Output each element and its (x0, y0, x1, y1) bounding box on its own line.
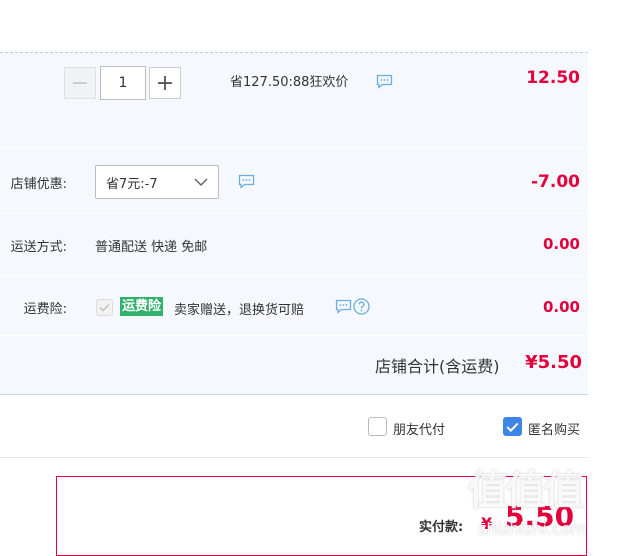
shop-discount-amount: -7.00 (531, 172, 580, 192)
shop-total-label: 店铺合计(含运费) (375, 357, 500, 376)
chat-icon[interactable] (376, 74, 393, 93)
shipping-label: 运送方式: (10, 240, 67, 255)
chevron-down-icon (194, 176, 208, 191)
shipping-amount: 0.00 (542, 235, 580, 253)
row-divider (0, 213, 588, 214)
chat-icon[interactable] (238, 174, 255, 193)
insurance-label: 运费险: (23, 302, 67, 317)
insurance-amount: 0.00 (542, 298, 580, 316)
insurance-checkbox (96, 299, 113, 316)
quantity-increase-button[interactable]: + (149, 67, 181, 99)
item-promo-text: 省127.50:88狂欢价 (230, 75, 349, 90)
plus-icon: + (155, 70, 175, 96)
shop-discount-label: 店铺优惠: (10, 177, 67, 192)
minus-icon: − (70, 70, 90, 96)
item-price: 12.50 (526, 68, 580, 88)
chat-icon[interactable] (335, 299, 352, 318)
panel-bottom-divider (0, 394, 588, 395)
row-divider (0, 335, 588, 336)
friend-pay-label[interactable]: 朋友代付 (393, 419, 445, 438)
help-icon[interactable] (353, 298, 370, 319)
insurance-description: 卖家赠送，退换货可赔 (174, 303, 305, 318)
quantity-decrease-button[interactable]: − (64, 67, 96, 99)
anonymous-label[interactable]: 匿名购买 (528, 419, 580, 438)
shop-total-amount: ¥5.50 (525, 352, 582, 373)
anonymous-checkbox[interactable] (503, 417, 522, 436)
insurance-badge: 运费险 (120, 297, 164, 316)
shipping-method: 普通配送 快递 免邮 (95, 240, 208, 255)
friend-pay-checkbox[interactable] (368, 417, 387, 436)
shop-discount-value: 省7元:-7 (106, 176, 158, 192)
payment-label: 实付款: (419, 520, 464, 535)
watermark-site: zhizhizhi.com (478, 519, 587, 538)
row-divider (0, 275, 588, 276)
quantity-input[interactable] (100, 66, 146, 100)
watermark-logo: 值值值 (468, 468, 584, 514)
shop-discount-select[interactable]: 省7元:-7 (95, 165, 219, 199)
